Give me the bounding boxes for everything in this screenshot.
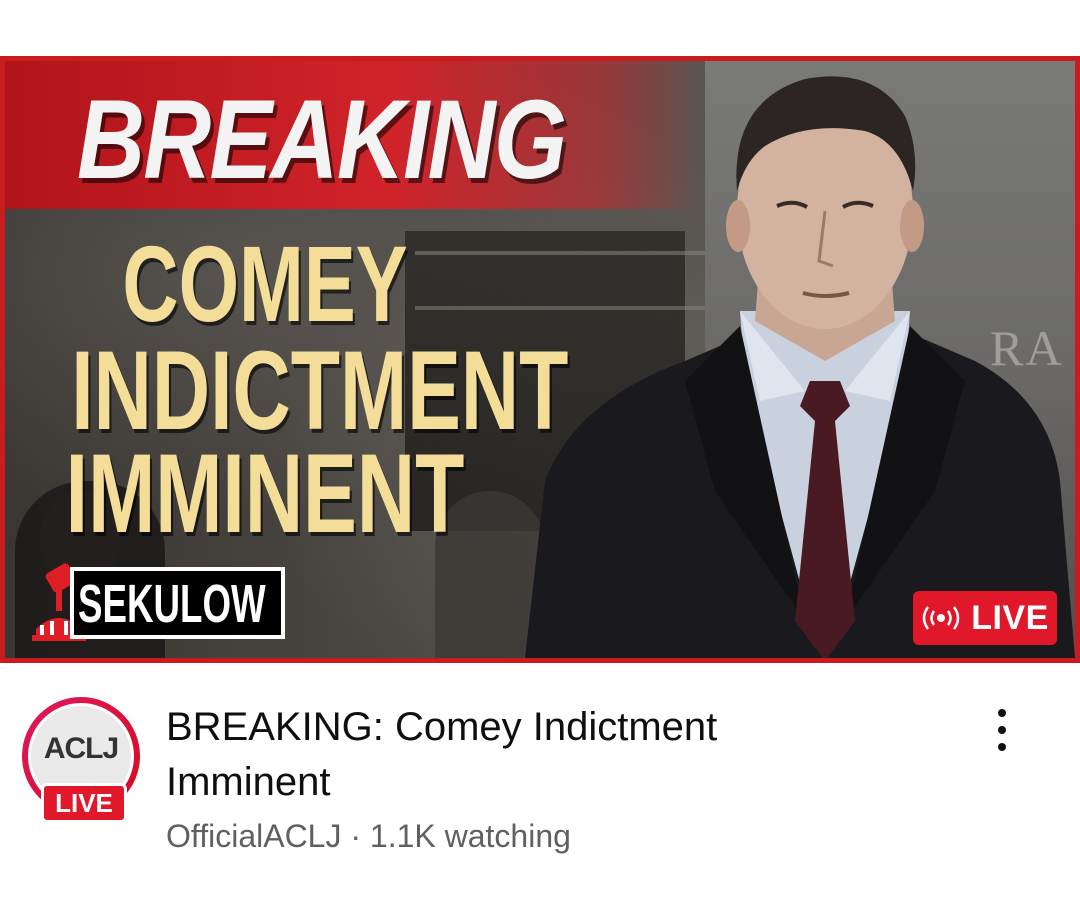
watching-count: 1.1K watching	[369, 818, 571, 854]
video-thumbnail[interactable]: RA BREAKING COMEY INDICTMENT IMMINENT SE…	[0, 56, 1080, 663]
more-vert-icon[interactable]	[980, 700, 1024, 760]
avatar-label: ACLJ	[43, 732, 119, 765]
headline-line-3: IMMINENT	[65, 431, 465, 556]
channel-name[interactable]: OfficialACLJ	[166, 818, 341, 854]
menu-dot	[998, 709, 1006, 717]
live-badge-label: LIVE	[971, 598, 1049, 637]
thumbnail-image: RA BREAKING COMEY INDICTMENT IMMINENT SE…	[5, 61, 1075, 658]
sekulow-logo: SEKULOW	[30, 561, 285, 651]
avatar-live-badge: LIVE	[41, 783, 127, 823]
breaking-text: BREAKING	[77, 77, 567, 202]
broadcast-icon	[922, 606, 960, 630]
menu-dot	[998, 743, 1006, 751]
thumbnail-live-badge: LIVE	[913, 591, 1057, 645]
logo-text: SEKULOW	[78, 574, 266, 634]
video-meta: OfficialACLJ · 1.1K watching	[166, 818, 571, 855]
video-title[interactable]: BREAKING: Comey Indictment Imminent	[166, 700, 846, 810]
meta-separator: ·	[350, 818, 362, 854]
menu-dot	[998, 726, 1006, 734]
